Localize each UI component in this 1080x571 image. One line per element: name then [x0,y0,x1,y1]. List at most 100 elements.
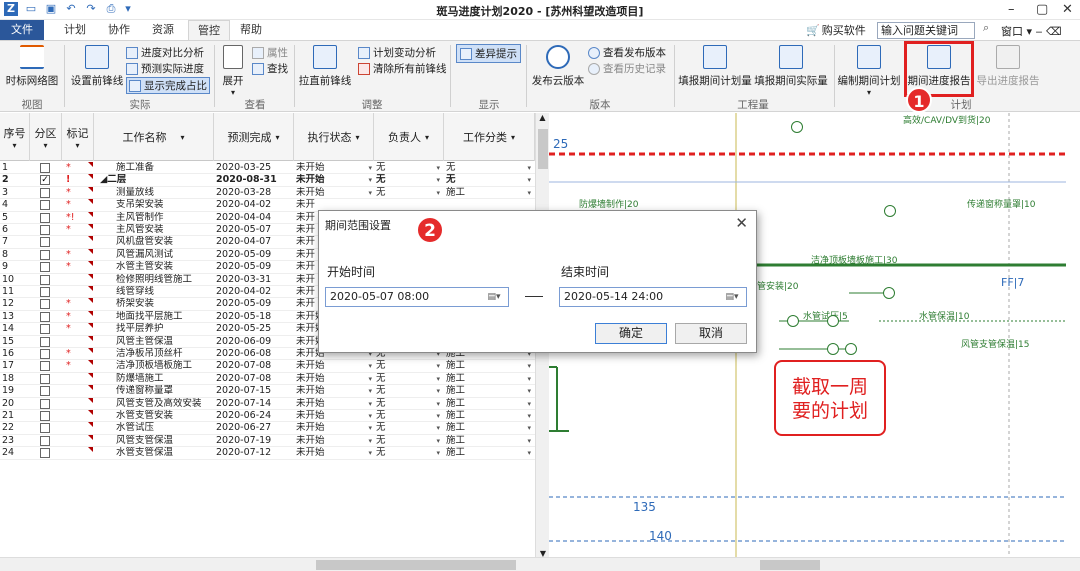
table-row[interactable]: 1 * 施工准备 2020-03-25 未开始无无 ▾ ▾ ▾ [0,162,535,175]
cell-finish-date[interactable]: 2020-04-04 [216,212,292,224]
cell-owner[interactable]: 无 [376,410,442,422]
chevron-down-icon[interactable]: ▾ [368,187,372,199]
zone-checkbox[interactable] [40,435,54,447]
cell-task-name[interactable]: 水管主管安装 [116,261,212,273]
chevron-down-icon[interactable]: ▾ [436,447,440,459]
gantt-node[interactable] [827,315,839,327]
set-frontline-button[interactable]: 设置前锋线 [68,45,126,88]
cell-owner[interactable]: 无 [376,162,442,174]
minimize-icon[interactable]: – [1008,2,1015,17]
chevron-down-icon[interactable]: ▾ [527,398,531,410]
chevron-down-icon[interactable]: ▾ [527,385,531,397]
chevron-down-icon[interactable]: ▾ [527,447,531,459]
cell-finish-date[interactable]: 2020-06-08 [216,348,292,360]
cell-finish-date[interactable]: 2020-03-31 [216,274,292,286]
chevron-down-icon[interactable]: ▾ [527,373,531,385]
cell-task-name[interactable]: 桥架安装 [116,298,212,310]
scroll-thumb-gantt[interactable] [760,560,820,570]
chevron-down-icon[interactable]: ▾ [436,187,440,199]
cell-finish-date[interactable]: 2020-05-07 [216,224,292,236]
view-published-button[interactable]: 查看发布版本 [588,45,666,60]
cell-finish-date[interactable]: 2020-08-31 [216,174,292,186]
zone-checkbox[interactable] [40,174,54,186]
cell-status[interactable]: 未开始 [296,398,372,410]
cell-status[interactable]: 未开始 [296,410,372,422]
change-analysis-button[interactable]: 计划变动分析 [358,45,436,60]
cell-owner[interactable]: 无 [376,435,442,447]
close-icon[interactable]: ✕ [1062,2,1073,17]
zone-checkbox[interactable] [40,447,54,459]
cell-category[interactable]: 施工 [446,385,534,397]
make-period-plan-button[interactable]: 编制期间计划 ▾ [836,45,902,97]
zone-checkbox[interactable] [40,261,54,273]
zone-checkbox[interactable] [40,199,54,211]
cell-finish-date[interactable]: 2020-04-02 [216,286,292,298]
cell-finish-date[interactable]: 2020-04-07 [216,236,292,248]
col-header-status[interactable]: 执行状态 ▾ [294,113,374,161]
cell-category[interactable]: 施工 [446,422,534,434]
chevron-down-icon[interactable]: ▾ [436,398,440,410]
cell-finish-date[interactable]: 2020-07-15 [216,385,292,397]
cell-task-name[interactable]: 水管支管安装 [116,410,212,422]
ok-button[interactable]: 确定 [595,323,667,344]
chevron-down-icon[interactable]: ▾ [368,422,372,434]
cell-task-name[interactable]: 风机盘管安装 [116,236,212,248]
close-icon[interactable]: ✕ [735,214,748,232]
cell-category[interactable]: 无 [446,162,534,174]
zone-checkbox[interactable] [40,187,54,199]
chevron-down-icon[interactable]: ▾ [436,385,440,397]
cell-task-name[interactable]: 线管穿线 [116,286,212,298]
tab-file[interactable]: 文件 [0,20,44,40]
cell-category[interactable]: 施工 [446,373,534,385]
table-row[interactable]: 21 水管支管安装 2020-06-24 未开始无施工 ▾ ▾ ▾ [0,410,535,423]
cell-status[interactable]: 未开始 [296,447,372,459]
cell-owner[interactable]: 无 [376,187,442,199]
tab-plan[interactable]: 计划 [60,20,90,40]
chevron-down-icon[interactable]: ▾ [527,410,531,422]
col-header-no[interactable]: 序号 ▾ [0,113,30,161]
cell-owner[interactable]: 无 [376,385,442,397]
col-header-finish[interactable]: 预测完成 ▾ [214,113,294,161]
cell-finish-date[interactable]: 2020-06-24 [216,410,292,422]
cell-category[interactable]: 施工 [446,435,534,447]
table-row[interactable]: 2!◢二层2020-08-31未开始无无▾▾▾ [0,174,535,187]
export-report-button[interactable]: 导出进度报告 [976,45,1040,88]
cell-finish-date[interactable]: 2020-06-27 [216,422,292,434]
cell-owner[interactable]: 无 [376,360,442,372]
table-row[interactable]: 17 * 洁净顶板墙板施工 2020-07-08 未开始无施工 ▾ ▾ ▾ [0,360,535,373]
table-row[interactable]: 24 水管支管保温 2020-07-12 未开始无施工 ▾ ▾ ▾ [0,447,535,460]
chevron-down-icon[interactable]: ▾ [527,422,531,434]
cancel-button[interactable]: 取消 [675,323,747,344]
zone-checkbox[interactable] [40,212,54,224]
cell-finish-date[interactable]: 2020-05-09 [216,261,292,273]
gantt-node[interactable] [827,343,839,355]
tab-resource[interactable]: 资源 [148,20,178,40]
diff-hint-toggle[interactable]: 差异提示 [456,44,521,63]
zone-checkbox[interactable] [40,410,54,422]
chevron-down-icon[interactable]: ▾ [368,410,372,422]
end-time-input[interactable]: 2020-05-14 24:00 ▤▾ [559,287,747,307]
zone-checkbox[interactable] [40,373,54,385]
table-row[interactable]: 18 防爆墙施工 2020-07-08 未开始无施工 ▾ ▾ ▾ [0,372,535,386]
cell-owner[interactable]: 无 [376,398,442,410]
gantt-node[interactable] [884,205,896,217]
chevron-down-icon[interactable]: ▾ [527,435,531,447]
cell-owner[interactable]: 无 [376,373,442,385]
scroll-thumb[interactable] [316,560,516,570]
straighten-frontline-button[interactable]: 拉直前锋线 [298,45,352,88]
chevron-down-icon[interactable]: ▾ [527,187,531,199]
cell-owner[interactable]: 无 [376,447,442,459]
zone-checkbox[interactable] [40,224,54,236]
cell-status[interactable]: 未开始 [296,385,372,397]
start-time-input[interactable]: 2020-05-07 08:00 ▤▾ [325,287,509,307]
cell-task-name[interactable]: 风管主管保温 [116,336,212,348]
chevron-down-icon[interactable]: ▾ [368,360,372,372]
chevron-down-icon[interactable]: ▾ [436,174,440,186]
zone-checkbox[interactable] [40,336,54,348]
chevron-down-icon[interactable]: ▾ [368,174,372,186]
zone-checkbox[interactable] [40,286,54,298]
cell-status[interactable]: 未开始 [296,422,372,434]
cell-task-name[interactable]: 施工准备 [116,162,212,174]
chevron-down-icon[interactable]: ▾ [368,373,372,385]
cell-task-name[interactable]: 找平层养护 [116,323,212,335]
